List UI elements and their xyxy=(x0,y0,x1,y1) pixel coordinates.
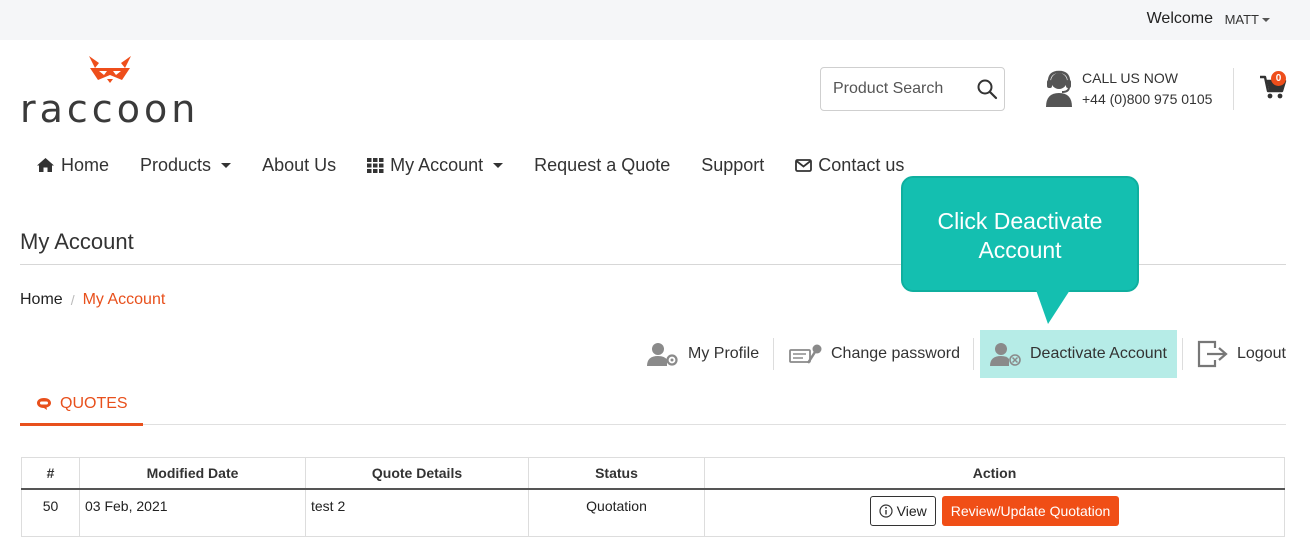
deactivate-account-label: Deactivate Account xyxy=(1030,345,1167,362)
top-bar: Welcome MATT xyxy=(0,0,1310,40)
my-profile-label: My Profile xyxy=(688,345,760,362)
nav-home[interactable]: Home xyxy=(36,155,109,176)
column-header-status: Status xyxy=(528,457,705,490)
breadcrumb: Home / My Account xyxy=(20,291,165,309)
user-settings-icon xyxy=(647,343,678,366)
envelope-icon xyxy=(795,158,813,172)
page-title: My Account xyxy=(20,229,134,254)
view-button-label: View xyxy=(896,502,927,519)
phone-number[interactable]: +44 (0)800 975 0105 xyxy=(1082,91,1212,107)
quotes-table: # Modified Date Quote Details Status Act… xyxy=(21,457,1285,537)
cell-modified-date: 03 Feb, 2021 xyxy=(79,488,306,537)
tab-bar: QUOTES xyxy=(20,385,1286,426)
product-search xyxy=(820,67,1005,111)
user-remove-icon xyxy=(990,343,1021,366)
nav-contact-us[interactable]: Contact us xyxy=(795,155,904,176)
raccoon-mask-icon xyxy=(89,56,131,83)
logout-label: Logout xyxy=(1237,345,1286,362)
search-input[interactable] xyxy=(821,68,971,110)
callout-line-1: Click Deactivate xyxy=(937,208,1103,234)
deactivate-account-link[interactable]: Deactivate Account xyxy=(980,330,1177,378)
chevron-down-icon xyxy=(221,162,232,168)
nav-home-label: Home xyxy=(61,154,110,175)
headset-icon xyxy=(1046,70,1072,107)
change-password-link[interactable]: Change password xyxy=(789,330,960,378)
main-nav: Home Products About Us My Account Reques… xyxy=(36,152,935,178)
breadcrumb-home[interactable]: Home xyxy=(20,291,63,309)
breadcrumb-separator: / xyxy=(70,292,75,308)
chevron-down-icon xyxy=(493,162,504,168)
grid-icon xyxy=(367,157,384,173)
logout-link[interactable]: Logout xyxy=(1197,330,1286,378)
table-row: 50 03 Feb, 2021 test 2 Quotation View Re… xyxy=(21,488,1285,537)
instruction-callout: Click Deactivate Account xyxy=(901,176,1139,292)
my-profile-link[interactable]: My Profile xyxy=(646,330,759,378)
password-key-icon xyxy=(789,344,822,364)
header-divider xyxy=(1233,68,1234,110)
column-header-modified-date: Modified Date xyxy=(79,457,306,490)
logout-icon xyxy=(1197,340,1228,368)
nav-my-account[interactable]: My Account xyxy=(367,154,504,176)
column-header-quote-details: Quote Details xyxy=(305,457,529,490)
cell-quote-details: test 2 xyxy=(305,488,529,537)
tab-quotes-label: QUOTES xyxy=(60,395,128,412)
menu-divider xyxy=(773,338,774,370)
column-header-action: Action xyxy=(704,457,1285,490)
info-icon xyxy=(879,503,893,518)
nav-about-us[interactable]: About Us xyxy=(262,155,336,176)
menu-divider xyxy=(973,338,974,370)
menu-divider xyxy=(1182,338,1183,370)
nav-request-quote-label: Request a Quote xyxy=(534,154,671,175)
chevron-down-icon xyxy=(1262,17,1270,22)
account-menu: My Profile Change password Deactivate Ac… xyxy=(640,330,1290,378)
cell-status: Quotation xyxy=(528,488,705,537)
home-icon xyxy=(37,158,54,172)
change-password-label: Change password xyxy=(831,345,960,362)
nav-my-account-label: My Account xyxy=(390,154,484,175)
nav-products[interactable]: Products xyxy=(140,154,232,176)
user-menu[interactable]: MATT xyxy=(1225,12,1270,27)
call-us-title: CALL US NOW xyxy=(1082,70,1178,86)
user-name: MATT xyxy=(1224,12,1259,27)
nav-products-label: Products xyxy=(140,154,212,175)
search-icon[interactable] xyxy=(976,78,998,100)
nav-request-quote[interactable]: Request a Quote xyxy=(534,155,670,176)
table-header-row: # Modified Date Quote Details Status Act… xyxy=(21,457,1285,490)
cart-count-badge: 0 xyxy=(1271,71,1286,86)
cell-action: View Review/Update Quotation xyxy=(704,488,1285,537)
nav-support-label: Support xyxy=(701,154,765,175)
callout-pointer xyxy=(1036,290,1070,324)
breadcrumb-current: My Account xyxy=(82,291,166,308)
nav-contact-label: Contact us xyxy=(818,154,905,175)
chat-bubble-icon xyxy=(37,398,51,410)
review-update-quotation-button[interactable]: Review/Update Quotation xyxy=(941,495,1120,526)
callout-line-2: Account xyxy=(978,237,1062,263)
call-us: CALL US NOW +44 (0)800 975 0105 xyxy=(1044,70,1224,110)
column-header-number: # xyxy=(21,457,80,490)
tab-quotes[interactable]: QUOTES xyxy=(20,385,143,426)
nav-about-label: About Us xyxy=(262,154,337,175)
view-button[interactable]: View xyxy=(869,495,936,526)
nav-support[interactable]: Support xyxy=(701,155,764,176)
brand-name: raccoon xyxy=(20,87,200,131)
cell-number: 50 xyxy=(21,488,80,537)
brand-logo[interactable]: raccoon xyxy=(20,54,202,131)
welcome-text: Welcome xyxy=(1146,10,1213,27)
